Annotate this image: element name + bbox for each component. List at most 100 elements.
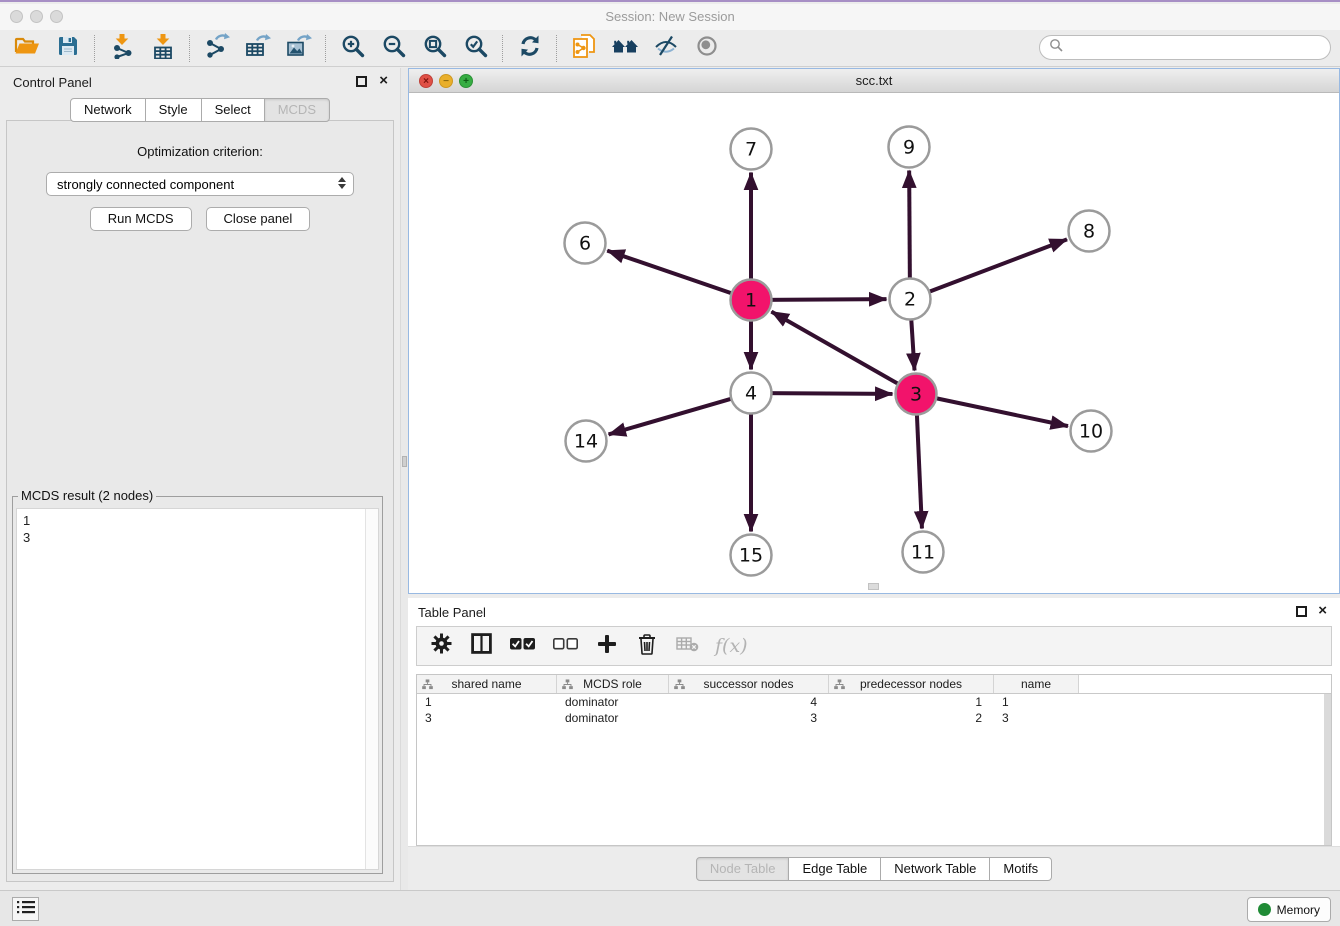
toggle-columns-button[interactable] <box>469 633 493 659</box>
clone-network-button[interactable] <box>563 33 604 63</box>
column-header-predecessor-nodes[interactable]: predecessor nodes <box>829 675 994 693</box>
edge-3-11[interactable] <box>917 408 922 528</box>
zoom-selected-button[interactable] <box>455 33 496 63</box>
run-mcds-button[interactable]: Run MCDS <box>90 207 192 231</box>
svg-text:11: 11 <box>911 542 935 564</box>
toolbar-separator <box>94 35 95 62</box>
clone-network-icon <box>572 33 596 64</box>
node-10[interactable]: 10 <box>1071 411 1112 452</box>
table-scrollbar[interactable] <box>1324 694 1331 845</box>
delete-entry-button[interactable] <box>635 633 659 659</box>
node-3[interactable]: 3 <box>896 374 937 415</box>
table-float-panel-icon[interactable] <box>1296 606 1307 617</box>
column-header-label: successor nodes <box>703 677 793 691</box>
edge-4-3[interactable] <box>765 393 892 394</box>
memory-button[interactable]: Memory <box>1247 897 1331 922</box>
import-network-button[interactable] <box>101 33 142 63</box>
table-tabs-bar: Node TableEdge TableNetwork TableMotifs <box>408 846 1340 890</box>
node-6[interactable]: 6 <box>565 223 606 264</box>
node-14[interactable]: 14 <box>566 421 607 462</box>
hide-graphics-details-button[interactable] <box>645 33 686 63</box>
column-header-shared-name[interactable]: shared name <box>417 675 557 693</box>
show-graphics-details-button[interactable] <box>686 33 727 63</box>
delete-entry-icon <box>637 633 657 660</box>
node-7[interactable]: 7 <box>731 129 772 170</box>
zoom-in-button[interactable] <box>332 33 373 63</box>
first-neighbors-icon <box>611 34 639 63</box>
tab-edge-table[interactable]: Edge Table <box>788 857 881 881</box>
edge-3-10[interactable] <box>930 397 1068 426</box>
edge-4-14[interactable] <box>609 397 738 434</box>
network-maximize-button[interactable]: + <box>459 74 473 88</box>
window-title: Session: New Session <box>0 4 1340 30</box>
panel-divider[interactable] <box>400 68 408 890</box>
tab-select[interactable]: Select <box>201 98 265 122</box>
open-file-button[interactable] <box>6 33 47 63</box>
export-table-button[interactable] <box>237 33 278 63</box>
tab-node-table[interactable]: Node Table <box>696 857 790 881</box>
export-image-button[interactable] <box>278 33 319 63</box>
window-close-button[interactable] <box>10 10 23 23</box>
window-minimize-button[interactable] <box>30 10 43 23</box>
panel-divider-handle[interactable] <box>402 456 407 467</box>
network-resize-handle[interactable] <box>868 583 879 590</box>
deselect-all-button[interactable] <box>552 633 579 659</box>
node-15[interactable]: 15 <box>731 535 772 576</box>
close-panel-icon[interactable]: × <box>379 73 388 89</box>
float-panel-icon[interactable] <box>356 76 367 87</box>
node-8[interactable]: 8 <box>1069 211 1110 252</box>
add-entry-button[interactable] <box>595 633 619 659</box>
table-close-panel-icon[interactable]: × <box>1318 603 1327 619</box>
criterion-select[interactable]: strongly connected component <box>46 172 354 196</box>
edge-2-3[interactable] <box>911 313 915 370</box>
column-header-name[interactable]: name <box>994 675 1079 693</box>
zoom-fit-button[interactable] <box>414 33 455 63</box>
edge-1-6[interactable] <box>607 251 737 296</box>
toggle-columns-icon <box>471 633 492 659</box>
edge-3-1[interactable] <box>771 312 903 387</box>
node-2[interactable]: 2 <box>890 279 931 320</box>
result-scrollbar[interactable] <box>365 509 378 869</box>
cell-predecessor-nodes: 1 <box>829 695 994 709</box>
tab-mcds[interactable]: MCDS <box>264 98 330 122</box>
node-9[interactable]: 9 <box>889 127 930 168</box>
import-network-icon <box>110 33 134 64</box>
export-network-button[interactable] <box>196 33 237 63</box>
zoom-in-icon <box>341 34 365 63</box>
edge-1-2[interactable] <box>765 299 886 300</box>
mcds-buttons: Run MCDS Close panel <box>7 207 393 231</box>
refresh-button[interactable] <box>509 33 550 63</box>
column-header-MCDS-role[interactable]: MCDS role <box>557 675 669 693</box>
tab-network-table[interactable]: Network Table <box>880 857 990 881</box>
node-1[interactable]: 1 <box>731 280 772 321</box>
edge-2-9[interactable] <box>909 170 910 284</box>
search-input[interactable] <box>1068 40 1330 55</box>
network-canvas[interactable]: 7 9 6 8 1 2 4 3 14 10 15 11 <box>409 93 1339 593</box>
column-header-label: predecessor nodes <box>860 677 962 691</box>
window-zoom-button[interactable] <box>50 10 63 23</box>
first-neighbors-button[interactable] <box>604 33 645 63</box>
task-history-button[interactable] <box>12 897 39 921</box>
import-table-button[interactable] <box>142 33 183 63</box>
close-panel-button[interactable]: Close panel <box>206 207 311 231</box>
network-minimize-button[interactable]: − <box>439 74 453 88</box>
column-hierarchy-icon <box>674 679 685 693</box>
tab-style[interactable]: Style <box>145 98 202 122</box>
node-4[interactable]: 4 <box>731 373 772 414</box>
result-line: 3 <box>23 529 378 546</box>
table-row[interactable]: 3dominator323 <box>417 710 1331 726</box>
select-all-button[interactable] <box>509 633 536 659</box>
column-header-label: shared name <box>451 677 521 691</box>
table-settings-button[interactable] <box>429 633 453 659</box>
save-session-button[interactable] <box>47 33 88 63</box>
column-header-successor-nodes[interactable]: successor nodes <box>669 675 829 693</box>
table-row[interactable]: 1dominator411 <box>417 694 1331 710</box>
tab-motifs[interactable]: Motifs <box>989 857 1052 881</box>
node-11[interactable]: 11 <box>903 532 944 573</box>
edge-2-8[interactable] <box>924 239 1067 294</box>
network-close-button[interactable]: × <box>419 74 433 88</box>
select-all-icon <box>509 637 536 656</box>
zoom-out-button[interactable] <box>373 33 414 63</box>
tab-network[interactable]: Network <box>70 98 146 122</box>
control-panel: Control Panel × NetworkStyleSelectMCDS O… <box>0 68 400 890</box>
